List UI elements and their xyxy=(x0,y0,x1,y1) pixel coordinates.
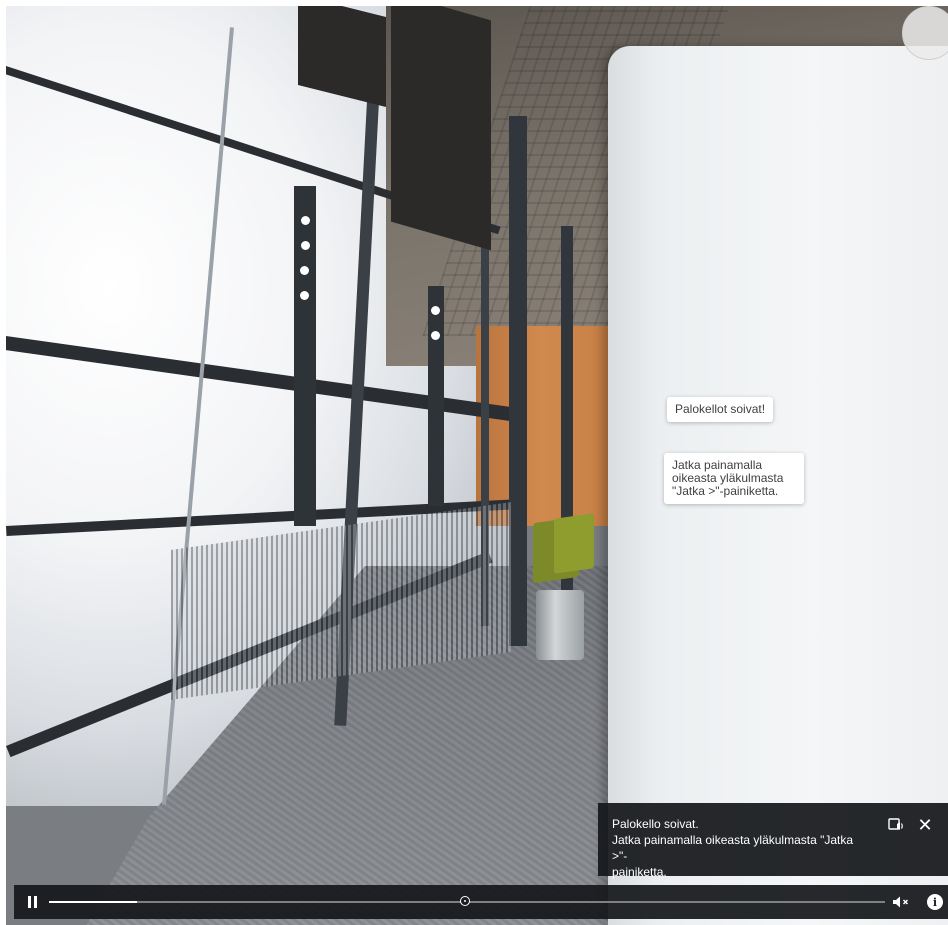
compass-icon[interactable] xyxy=(902,6,948,60)
dark-blind xyxy=(391,6,491,251)
hotspot-instructions[interactable]: Jatka painamalla oikeasta yläkulmasta "J… xyxy=(664,453,804,504)
seek-bar[interactable] xyxy=(49,896,885,906)
caption-panel: Palokello soivat. Jatka painamalla oikea… xyxy=(598,803,948,879)
steel-column xyxy=(509,116,527,646)
hotspot-fire-alarm[interactable]: Palokellot soivat! xyxy=(667,397,774,422)
steel-column xyxy=(294,186,316,526)
close-caption-button[interactable]: ✕ xyxy=(914,815,936,835)
mute-button[interactable] xyxy=(889,885,915,919)
captions-icon[interactable] xyxy=(885,815,907,835)
seek-progress xyxy=(49,901,137,903)
light-dot xyxy=(301,216,310,225)
light-dot xyxy=(301,241,310,250)
player-controls: i xyxy=(14,885,948,919)
steel-column xyxy=(428,286,444,506)
caption-text: Palokello soivat. Jatka painamalla oikea… xyxy=(612,817,854,879)
trash-bin xyxy=(536,590,584,660)
panorama-viewer[interactable]: Palokellot soivat! Jatka painamalla oike… xyxy=(6,6,948,925)
panorama-scene[interactable] xyxy=(6,6,948,925)
captions-audio-icon xyxy=(888,818,903,830)
info-button[interactable]: i xyxy=(924,885,946,919)
pause-icon-bar xyxy=(33,896,37,908)
light-dot xyxy=(431,306,440,315)
pause-icon xyxy=(27,896,31,908)
green-chair xyxy=(554,513,594,574)
light-dot xyxy=(431,331,440,340)
light-dot xyxy=(300,291,309,300)
pause-button[interactable] xyxy=(22,885,42,919)
info-icon: i xyxy=(927,894,943,910)
volume-muted-icon xyxy=(893,896,909,908)
seek-handle[interactable] xyxy=(460,896,471,906)
light-dot xyxy=(300,266,309,275)
